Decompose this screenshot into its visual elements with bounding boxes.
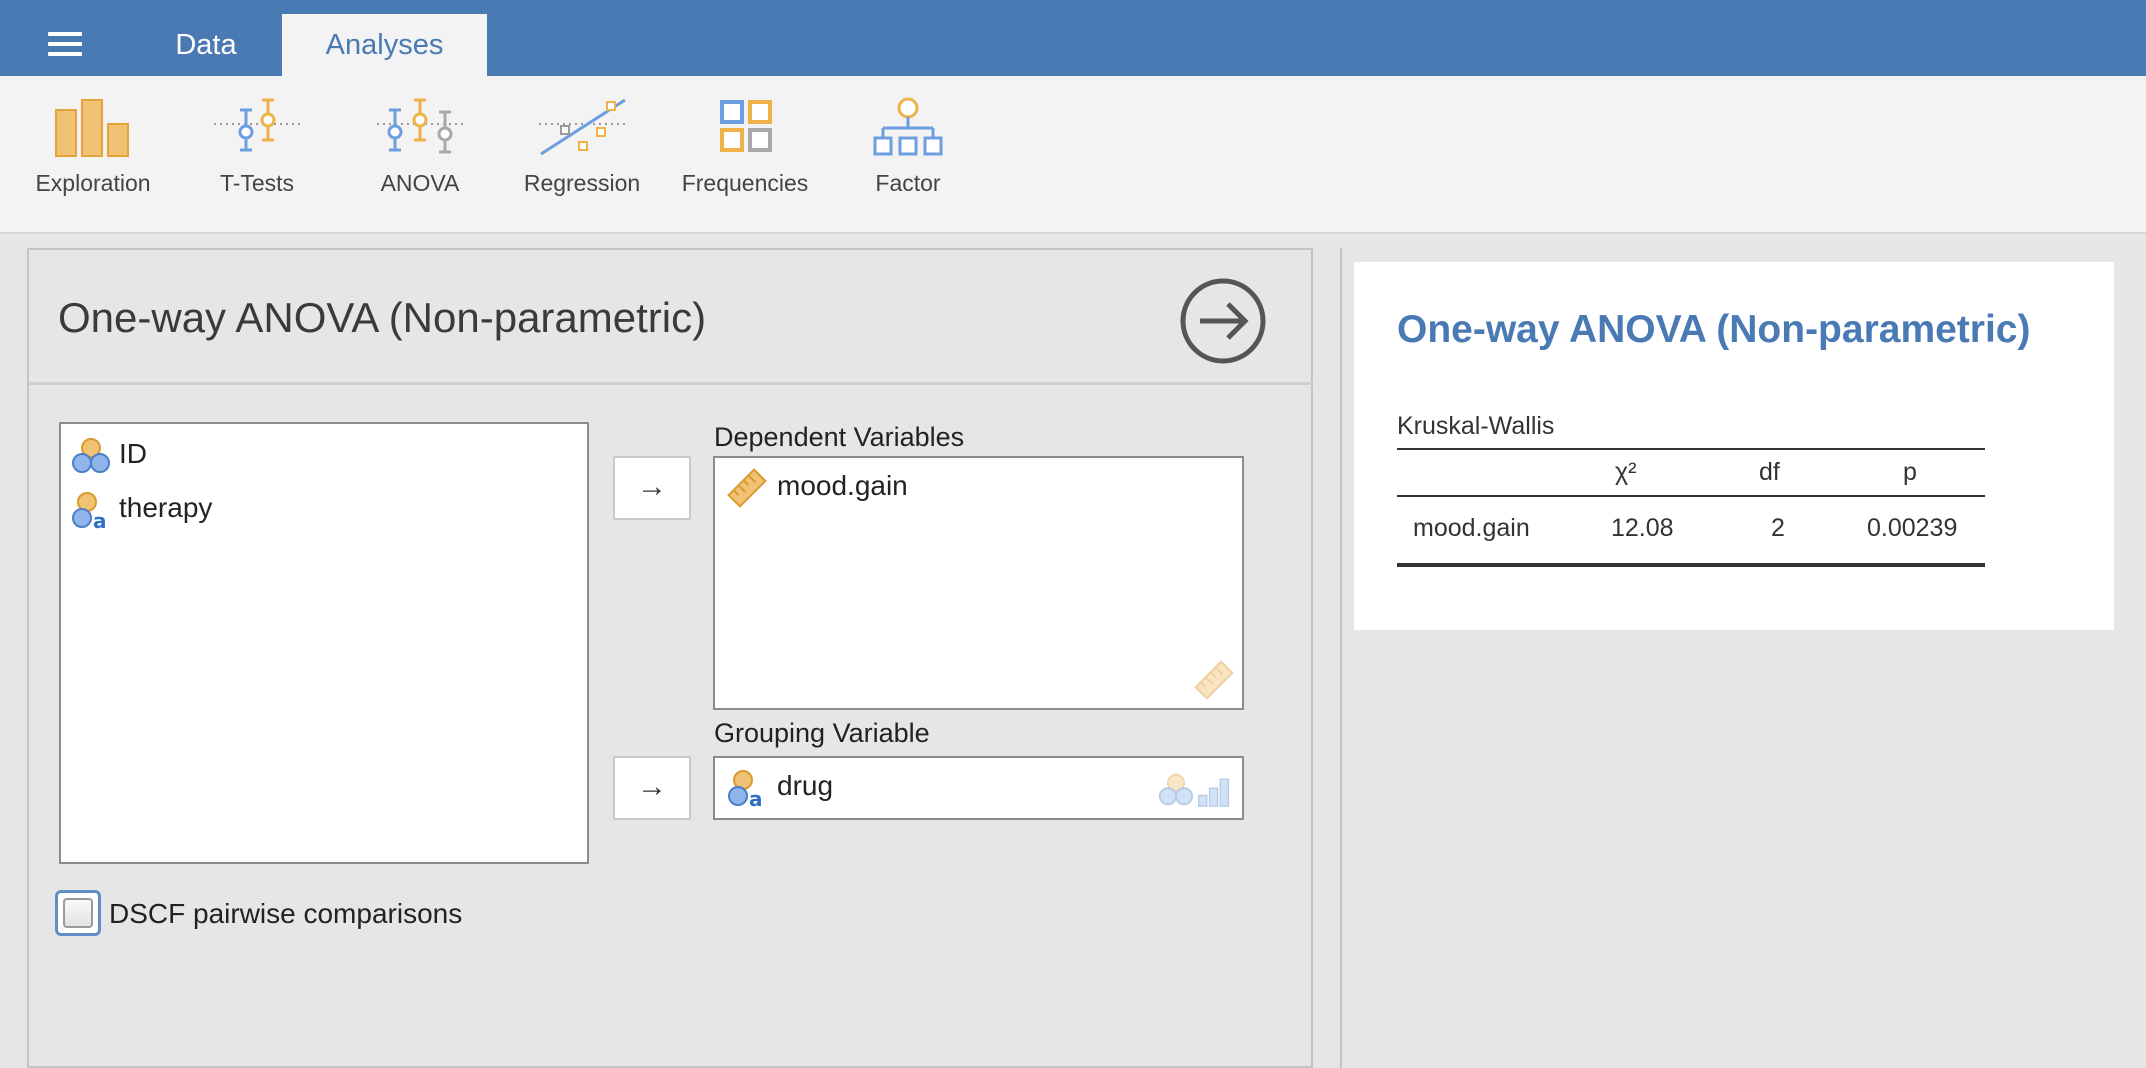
arrow-right-icon: → [637, 770, 667, 803]
exploration-icon [55, 99, 129, 157]
ordinal-type-hint-icon [1198, 778, 1230, 807]
variable-name: mood.gain [777, 470, 908, 501]
nominal-text-variable-icon: a [72, 492, 107, 530]
analysis-options-panel: One-way ANOVA (Non-parametric) ID a ther… [27, 248, 1313, 1068]
arrow-right-icon: → [637, 470, 667, 503]
continuous-variable-icon [727, 468, 767, 508]
options-title: One-way ANOVA (Non-parametric) [58, 294, 707, 341]
results-card: One-way ANOVA (Non-parametric) Kruskal-W… [1354, 262, 2114, 630]
column-header-chi-squared: χ² [1615, 458, 1637, 486]
cell-p: 0.00239 [1867, 514, 1958, 542]
dependent-variables-label: Dependent Variables [714, 422, 965, 452]
variable-name: therapy [119, 492, 213, 523]
grouping-variable-box[interactable]: a drug [713, 756, 1244, 820]
nominal-text-variable-icon: a [728, 770, 763, 808]
hamburger-menu-icon[interactable] [30, 14, 100, 76]
cell-df: 2 [1771, 514, 1785, 542]
ribbon-button-factor[interactable]: Factor [833, 96, 983, 206]
dependent-variable-item[interactable]: mood.gain [727, 466, 1127, 510]
ribbon-label-exploration: Exploration [35, 170, 151, 196]
analyses-ribbon: Exploration T-Tests ANOVA Regression Fre… [0, 76, 2146, 234]
ribbon-label-frequencies: Frequencies [681, 170, 809, 196]
results-title: One-way ANOVA (Non-parametric) [1397, 308, 2031, 351]
available-variables-list[interactable]: ID a therapy [59, 422, 589, 864]
regression-icon [539, 98, 626, 156]
cell-chi-squared: 12.08 [1611, 514, 1674, 542]
nominal-type-hint-icon [1158, 773, 1194, 806]
dependent-variables-box[interactable]: mood.gain [713, 456, 1244, 710]
options-divider [29, 382, 1313, 385]
nominal-variable-icon [72, 438, 110, 473]
dscf-pairwise-label[interactable]: DSCF pairwise comparisons [109, 898, 462, 930]
ribbon-button-regression[interactable]: Regression [507, 96, 657, 206]
continuous-type-hint-icon [1194, 660, 1234, 700]
table-top-rule [1397, 448, 1985, 450]
anova-icon [377, 98, 463, 154]
factor-icon [873, 97, 943, 156]
tab-data[interactable]: Data [140, 14, 272, 76]
ribbon-button-exploration[interactable]: Exploration [18, 96, 168, 206]
results-table-title: Kruskal-Wallis [1397, 412, 1555, 440]
grouping-variable-item[interactable]: a drug [727, 766, 1127, 810]
ribbon-label-regression: Regression [523, 170, 641, 196]
variable-name: ID [119, 438, 147, 469]
variable-item-id[interactable]: ID [71, 432, 571, 476]
move-to-grouping-button[interactable]: → [613, 756, 691, 820]
dscf-pairwise-checkbox[interactable] [55, 890, 101, 936]
tab-analyses[interactable]: Analyses [282, 14, 487, 76]
ribbon-button-t-tests[interactable]: T-Tests [182, 96, 332, 206]
row-label-mood-gain: mood.gain [1413, 514, 1530, 542]
move-to-dependent-button[interactable]: → [613, 456, 691, 520]
results-panel: One-way ANOVA (Non-parametric) Kruskal-W… [1340, 248, 2146, 1068]
frequencies-icon [720, 100, 772, 152]
grouping-variable-label: Grouping Variable [714, 718, 930, 748]
svg-text:a: a [749, 787, 763, 808]
t-tests-icon [214, 98, 300, 152]
table-header-rule [1397, 495, 1985, 497]
table-bottom-rule [1397, 563, 1985, 567]
svg-text:a: a [93, 509, 107, 530]
column-header-p: p [1903, 458, 1917, 486]
top-bar: Data Analyses [0, 0, 2146, 76]
variable-item-therapy[interactable]: a therapy [71, 486, 571, 530]
ribbon-label-t-tests: T-Tests [219, 170, 295, 196]
ribbon-button-anova[interactable]: ANOVA [345, 96, 495, 206]
variable-name: drug [777, 770, 834, 801]
ribbon-button-frequencies[interactable]: Frequencies [670, 96, 820, 206]
arrow-circle-right-icon[interactable] [1178, 276, 1268, 366]
ribbon-label-anova: ANOVA [380, 170, 460, 196]
ribbon-label-factor: Factor [875, 170, 941, 196]
column-header-df: df [1759, 458, 1780, 486]
